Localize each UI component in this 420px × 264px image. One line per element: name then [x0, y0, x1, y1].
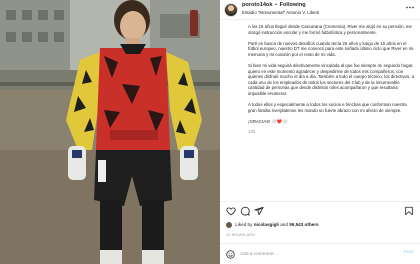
more-options-icon[interactable]: [406, 6, 414, 9]
caption-time-ago[interactable]: 13h: [226, 129, 416, 134]
post-location[interactable]: Estadio "Monumental" Antonio V. Liberti: [242, 10, 319, 15]
author-line: poroto14ok • Following: [242, 2, 306, 8]
caption-paragraph: Partí en busca de nuevos desafíos cuando…: [248, 40, 414, 57]
likes-others-count[interactable]: 59,543 others: [289, 222, 318, 227]
caption-paragraph: A todos ellos y especialmente a todos lo…: [248, 102, 407, 113]
comment-input[interactable]: [240, 249, 390, 259]
post-header: poroto14ok • Following Estadio "Monument…: [220, 0, 420, 20]
caption-paragraph: Si bien mi vida seguirá afectivamente vi…: [248, 62, 415, 96]
bookmark-icon[interactable]: [404, 206, 414, 216]
liker-avatar[interactable]: [226, 222, 232, 228]
author-avatar[interactable]: [224, 3, 238, 17]
goalkeeper-photo-illustration: [0, 0, 220, 264]
separator-dot: •: [275, 2, 277, 8]
paper-plane-icon[interactable]: [254, 206, 264, 216]
comment-icon[interactable]: [240, 206, 250, 216]
action-bar: [220, 204, 420, 218]
post-photo[interactable]: [0, 0, 220, 264]
likes-prefix: Liked by: [235, 222, 253, 228]
post-caption: A los 15 años llegué desde Cascarana (Cr…: [226, 24, 416, 198]
post-date[interactable]: 12 HOURS AGO: [226, 233, 255, 237]
heart-icon[interactable]: [226, 206, 236, 216]
liker-username[interactable]: nicolasgigli: [254, 222, 279, 227]
likes-summary: Liked by nicolasgigli and 59,543 others: [226, 222, 416, 232]
likes-joiner: and: [280, 222, 288, 228]
emoji-icon[interactable]: [226, 250, 235, 259]
following-button[interactable]: Following: [280, 2, 306, 8]
caption-paragraph: A los 15 años llegué desde Cascarana (Cr…: [248, 24, 412, 35]
comment-bar: Post: [220, 243, 420, 264]
author-username[interactable]: poroto14ok: [242, 2, 272, 8]
divider: [220, 201, 420, 202]
instagram-post: poroto14ok • Following Estadio "Monument…: [0, 0, 420, 264]
post-comment-button[interactable]: Post: [404, 250, 414, 255]
caption-paragraph: ¡GRACIAS! 🤍❤️🤍: [248, 118, 288, 124]
post-side-panel: poroto14ok • Following Estadio "Monument…: [220, 0, 420, 264]
